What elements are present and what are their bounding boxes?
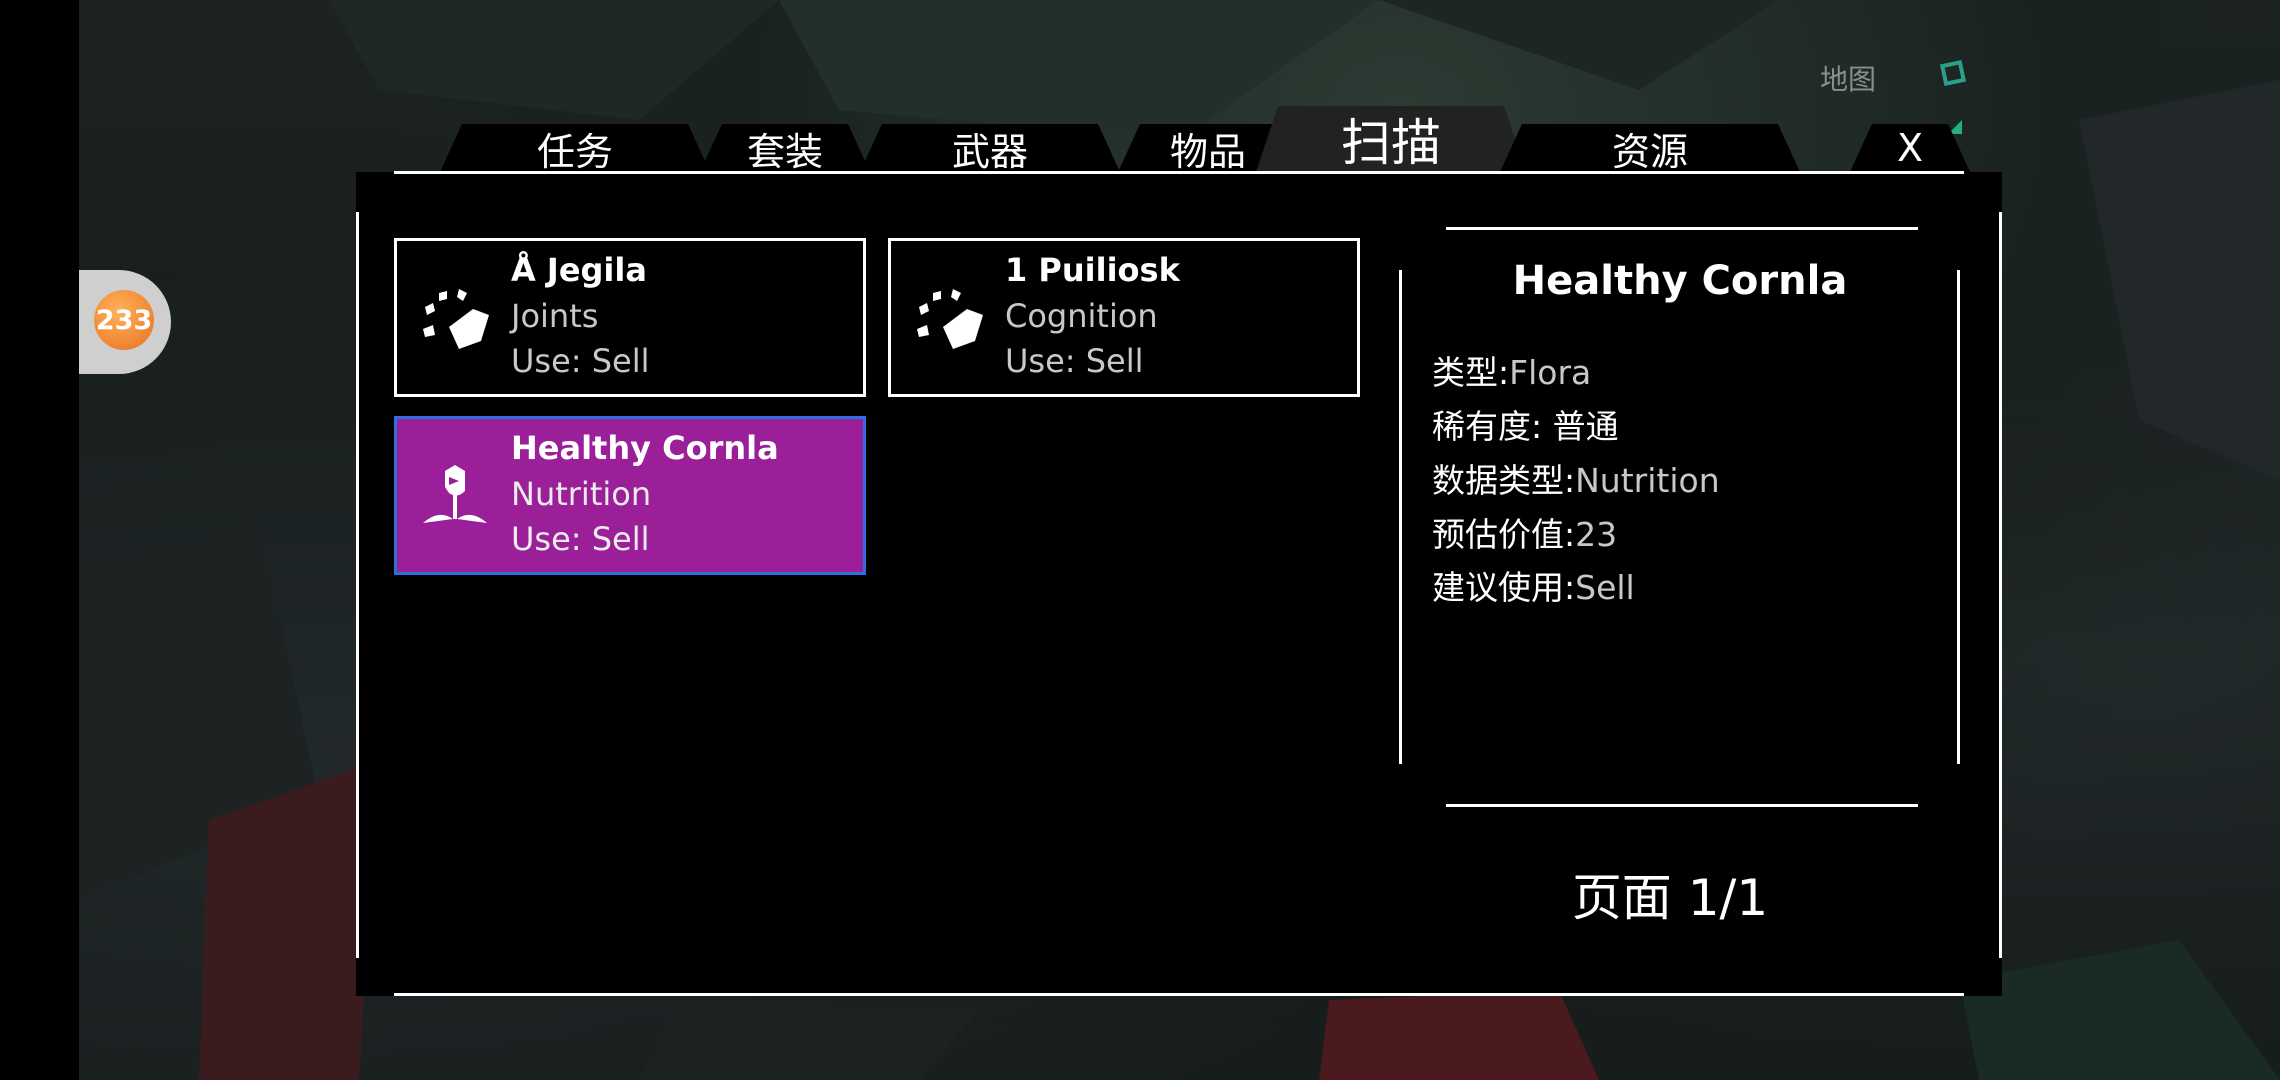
- detail-value: 预估价值:23: [1432, 508, 1617, 556]
- panel-top-border: [394, 171, 1964, 174]
- detail-top-border: [1446, 227, 1918, 230]
- detail-left-border: [1399, 270, 1402, 764]
- detail-value-label: 预估价值:: [1432, 515, 1576, 554]
- item-card[interactable]: 1 Puiliosk Cognition Use: Sell: [888, 238, 1360, 397]
- page-indicator: 页面 1/1: [1571, 869, 1769, 927]
- item-title: 1 Puiliosk: [1005, 251, 1180, 289]
- item-use: Use: Sell: [1005, 342, 1144, 380]
- panel-right-border: [1999, 212, 2002, 958]
- item-card-selected[interactable]: Healthy Cornla Nutrition Use: Sell: [394, 416, 866, 575]
- detail-datatype-value: Nutrition: [1575, 461, 1720, 500]
- detail-right-border: [1957, 270, 1960, 764]
- fragments-icon: [423, 289, 489, 349]
- item-use: Use: Sell: [511, 520, 650, 558]
- flower-icon: [423, 465, 487, 523]
- detail-title: Healthy Cornla: [1512, 258, 1848, 304]
- item-title: Å Jegila: [511, 251, 647, 289]
- fragments-icon: [917, 289, 983, 349]
- tab-scan[interactable]: 扫描: [1256, 106, 1526, 172]
- detail-rarity: 稀有度: 普通: [1432, 400, 1619, 448]
- left-edge-bar: [0, 0, 79, 1080]
- detail-value-value: 23: [1575, 515, 1618, 554]
- detail-rarity-value: 普通: [1552, 407, 1619, 446]
- detail-datatype-label: 数据类型:: [1432, 461, 1576, 500]
- tab-suits[interactable]: 套装: [700, 124, 870, 172]
- detail-bottom-border: [1446, 804, 1918, 807]
- item-category: Cognition: [1005, 297, 1158, 335]
- detail-type-label: 类型:: [1432, 353, 1510, 392]
- detail-usage: 建议使用:Sell: [1432, 561, 1635, 609]
- detail-type: 类型:Flora: [1432, 346, 1591, 394]
- detail-type-value: Flora: [1509, 353, 1592, 392]
- detail-usage-label: 建议使用:: [1432, 568, 1576, 607]
- item-category: Joints: [511, 297, 599, 335]
- tab-weapons[interactable]: 武器: [860, 124, 1120, 172]
- counter-badge[interactable]: 233: [94, 290, 154, 350]
- map-label[interactable]: 地图: [1820, 58, 1876, 98]
- detail-rarity-label: 稀有度:: [1432, 407, 1543, 446]
- detail-datatype: 数据类型:Nutrition: [1432, 454, 1720, 502]
- item-card[interactable]: Å Jegila Joints Use: Sell: [394, 238, 866, 397]
- detail-usage-value: Sell: [1575, 568, 1635, 607]
- map-square-icon[interactable]: [1939, 59, 1967, 87]
- item-title: Healthy Cornla: [511, 429, 779, 467]
- item-use: Use: Sell: [511, 342, 650, 380]
- item-category: Nutrition: [511, 475, 652, 513]
- panel-left-border: [356, 212, 359, 958]
- panel-bottom-border: [394, 993, 1964, 996]
- tab-resources[interactable]: 资源: [1500, 124, 1800, 172]
- tab-missions[interactable]: 任务: [440, 124, 710, 172]
